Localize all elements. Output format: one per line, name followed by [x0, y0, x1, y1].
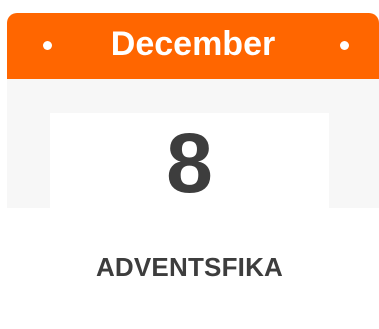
event-title: ADVENTSFIKA	[95, 252, 284, 282]
calendar-month: December	[110, 25, 276, 63]
calendar-body: 8	[7, 79, 379, 210]
calendar-header: December	[7, 13, 379, 79]
calendar-widget: December 8	[7, 13, 379, 210]
calendar-day: 8	[166, 116, 213, 210]
calendar-day-card: 8	[50, 113, 329, 210]
binding-dot-right	[340, 41, 349, 50]
